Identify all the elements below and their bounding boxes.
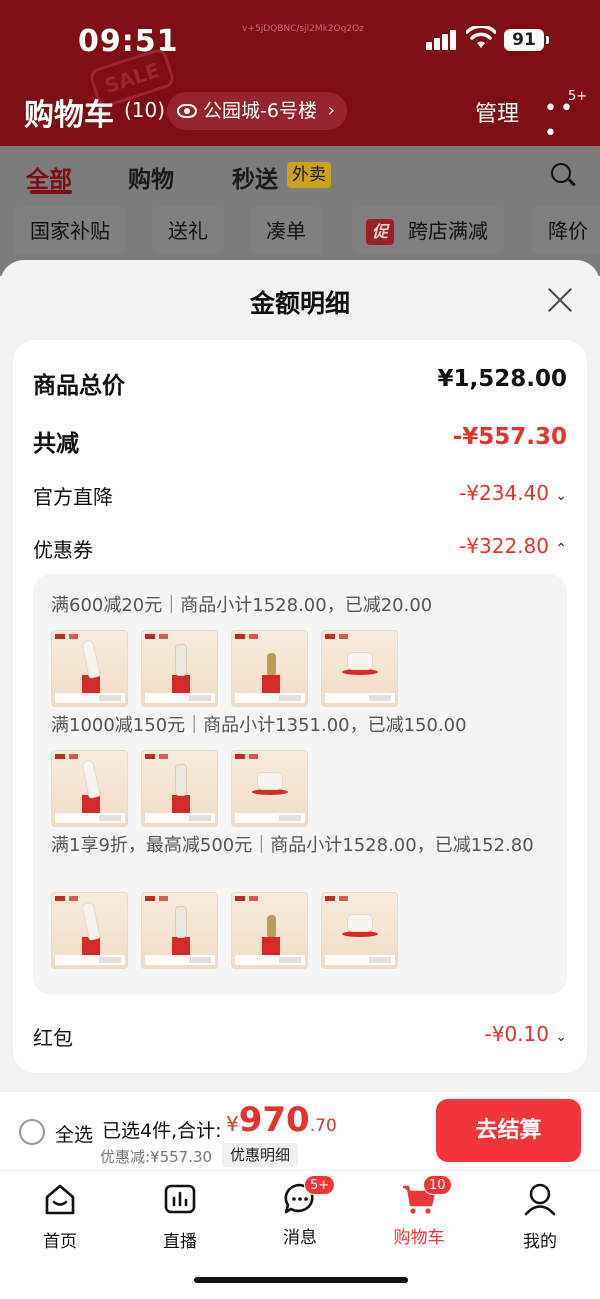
tabbar-me[interactable]: 我的 xyxy=(495,1181,585,1252)
tab-instant-delivery[interactable]: 秒送 xyxy=(232,160,278,194)
search-icon[interactable] xyxy=(551,163,571,183)
red-packet-value-wrap: -¥0.10 ⌄ xyxy=(485,1022,567,1046)
status-bar: 09:51 v+5jDQBNC/sjl2Mk2Oq2Oz 91 xyxy=(0,0,600,80)
home-indicator xyxy=(194,1277,408,1283)
live-icon xyxy=(164,1184,196,1214)
tab-all[interactable]: 全部 xyxy=(26,160,72,194)
coupon-value-wrap: -¥322.80 ⌃ xyxy=(459,534,567,558)
battery-icon: 91 xyxy=(504,29,549,51)
tabbar-label: 我的 xyxy=(523,1232,557,1252)
select-all-checkbox[interactable] xyxy=(19,1119,45,1145)
user-icon xyxy=(524,1183,556,1216)
chip-bundle[interactable]: 凑单 xyxy=(250,207,322,255)
tabbar-label: 消息 xyxy=(283,1228,317,1248)
sheet-title: 金额明细 xyxy=(249,289,350,318)
chip-gift[interactable]: 送礼 xyxy=(152,207,224,255)
page-title: 购物车 xyxy=(24,98,114,133)
amount-detail-card: 商品总价 ¥1,528.00 共减 -¥557.30 官方直降 -¥234.40… xyxy=(13,340,587,1073)
message-icon-wrap: 5+ xyxy=(282,1175,336,1217)
total-reduce-label: 共减 xyxy=(33,431,79,457)
product-thumbs xyxy=(51,630,398,707)
tabbar-messages[interactable]: 5+ 消息 xyxy=(255,1175,345,1248)
cart-header: 09:51 v+5jDQBNC/sjl2Mk2Oq2Oz 91 SALE 购物车… xyxy=(0,0,600,146)
coupon-rule-text: 满1000减150元｜商品小计1351.00，已减150.00 xyxy=(51,715,467,736)
product-thumbnail xyxy=(141,892,218,969)
official-discount-value: -¥234.40 xyxy=(459,481,549,505)
product-thumbnail xyxy=(231,750,308,827)
product-thumbs xyxy=(51,750,308,827)
messages-badge: 5+ xyxy=(304,1175,336,1195)
cart-icon-wrap: 10 xyxy=(401,1175,452,1217)
tabbar-live[interactable]: 直播 xyxy=(135,1181,225,1252)
select-all-label[interactable]: 全选 xyxy=(55,1120,93,1147)
chevron-up-icon: ⌃ xyxy=(555,541,567,557)
selected-info: 已选4件,合计: xyxy=(102,1120,222,1142)
more-badge: 5+ xyxy=(568,89,588,104)
product-thumbnail xyxy=(51,630,128,707)
coupon-rule-text: 满600减20元｜商品小计1528.00，已减20.00 xyxy=(51,595,433,616)
close-icon[interactable] xyxy=(544,284,576,316)
tabbar-label: 购物车 xyxy=(393,1228,445,1248)
red-packet-value: -¥0.10 xyxy=(484,1022,549,1046)
product-thumbnail xyxy=(321,892,398,969)
coupon-value: -¥322.80 xyxy=(459,534,549,558)
official-discount-value-wrap: -¥234.40 ⌄ xyxy=(459,481,567,505)
tab-active-indicator xyxy=(30,190,72,194)
coupon-label: 优惠券 xyxy=(33,538,93,562)
discount-line: 优惠减:¥557.30 xyxy=(100,1148,213,1166)
chip-national-subsidy[interactable]: 国家补贴 xyxy=(14,207,126,255)
product-thumbnail xyxy=(321,630,398,707)
total-price-value: ¥1,528.00 xyxy=(437,366,568,392)
cart-badge: 10 xyxy=(423,1175,452,1195)
signal-icon xyxy=(426,30,458,50)
red-packet-label: 红包 xyxy=(33,1026,73,1050)
tabbar-label: 首页 xyxy=(43,1232,77,1252)
official-discount-label: 官方直降 xyxy=(33,485,113,509)
total-integer: 970 xyxy=(238,1100,310,1140)
total-price-label: 商品总价 xyxy=(33,373,125,399)
checkout-bar: 全选 已选4件,合计: ¥970.70 优惠减:¥557.30 优惠明细 去结算 xyxy=(0,1092,600,1170)
total-reduce-value: -¥557.30 xyxy=(452,424,567,450)
tabbar-label: 直播 xyxy=(163,1232,197,1252)
product-thumbnail xyxy=(51,892,128,969)
coupon-detail-box: 满600减20元｜商品小计1528.00，已减20.00 满1000减150元｜… xyxy=(33,574,567,995)
manage-button[interactable]: 管理 xyxy=(475,96,519,128)
product-thumbnail xyxy=(231,892,308,969)
chevron-down-icon: ⌄ xyxy=(555,488,567,504)
location-selector[interactable]: 公园城-6号楼 › xyxy=(167,92,347,130)
product-thumbs xyxy=(51,892,398,969)
product-thumbnail xyxy=(141,630,218,707)
wifi-icon xyxy=(466,26,496,48)
total-currency: ¥ xyxy=(226,1112,239,1136)
eye-icon xyxy=(177,104,197,118)
total-decimal: .70 xyxy=(309,1116,337,1136)
tab-shopping[interactable]: 购物 xyxy=(128,160,174,194)
waimai-badge: 外卖 xyxy=(287,162,331,188)
location-text: 公园城-6号楼 xyxy=(203,100,317,122)
promo-icon: 促 xyxy=(366,219,394,245)
checkout-button[interactable]: 去结算 xyxy=(436,1099,581,1162)
chip-price-drop[interactable]: 降价 xyxy=(532,207,600,255)
product-thumbnail xyxy=(231,630,308,707)
coupon-rule-text: 满1享9折，最高减500元｜商品小计1528.00，已减152.80 xyxy=(51,835,534,856)
home-icon xyxy=(45,1184,75,1215)
product-thumbnail xyxy=(141,750,218,827)
status-center-text: v+5jDQBNC/sjl2Mk2Oq2Oz xyxy=(242,24,364,34)
tabbar-home[interactable]: 首页 xyxy=(15,1181,105,1252)
amount-detail-sheet: 金额明细 商品总价 ¥1,528.00 共减 -¥557.30 官方直降 -¥2… xyxy=(0,260,600,1092)
product-thumbnail xyxy=(51,750,128,827)
discount-detail-button[interactable]: 优惠明细 xyxy=(222,1143,299,1167)
chevron-down-icon: ⌄ xyxy=(555,1029,567,1045)
cart-count: (10) xyxy=(124,98,166,122)
total-amount: ¥970.70 xyxy=(226,1100,337,1140)
chevron-right-icon: › xyxy=(327,100,335,121)
tabbar-cart[interactable]: 10 购物车 xyxy=(374,1175,464,1248)
